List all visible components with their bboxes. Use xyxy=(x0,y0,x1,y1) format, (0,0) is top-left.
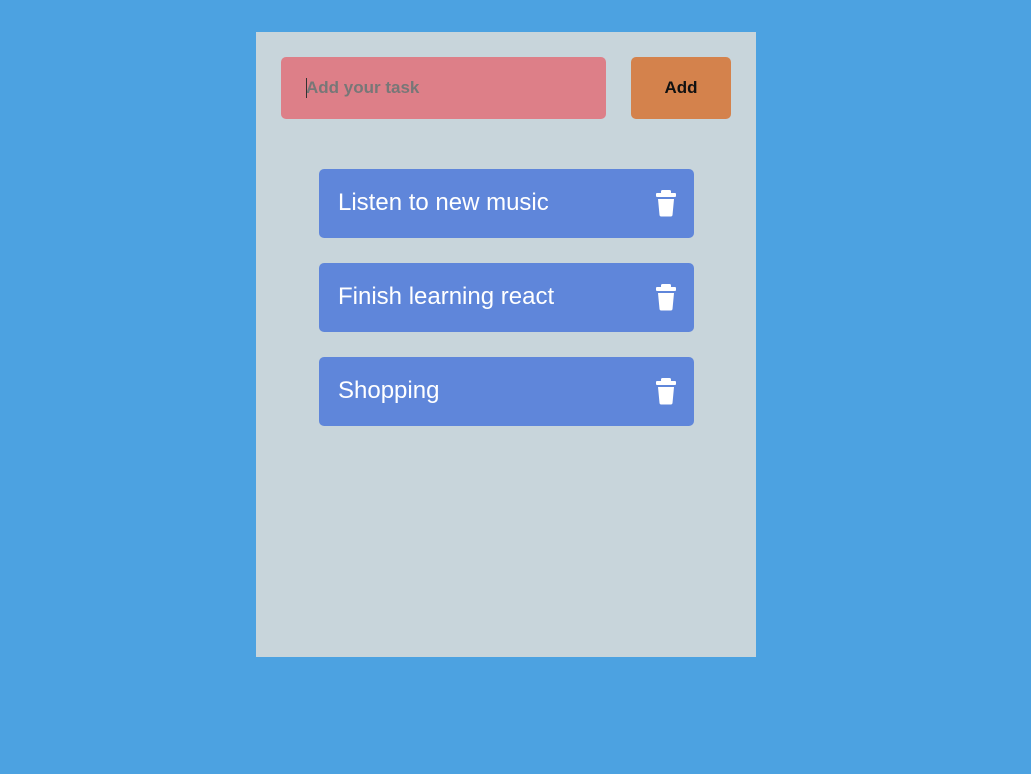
task-list: Listen to new music Finish learning reac… xyxy=(319,169,694,451)
task-label: Shopping xyxy=(338,377,440,404)
trash-icon xyxy=(656,378,676,405)
delete-task-button[interactable] xyxy=(653,283,679,311)
task-item: Shopping xyxy=(319,357,694,426)
task-label: Listen to new music xyxy=(338,189,549,216)
delete-task-button[interactable] xyxy=(653,377,679,405)
task-item: Listen to new music xyxy=(319,169,694,238)
task-label: Finish learning react xyxy=(338,283,555,310)
trash-icon xyxy=(656,284,676,311)
trash-icon xyxy=(656,190,676,217)
delete-task-button[interactable] xyxy=(653,189,679,217)
todo-panel: Add Listen to new music Finish learning … xyxy=(256,32,756,657)
task-item: Finish learning react xyxy=(319,263,694,332)
task-input[interactable] xyxy=(281,57,606,119)
text-caret xyxy=(306,78,307,98)
add-button[interactable]: Add xyxy=(631,57,731,119)
